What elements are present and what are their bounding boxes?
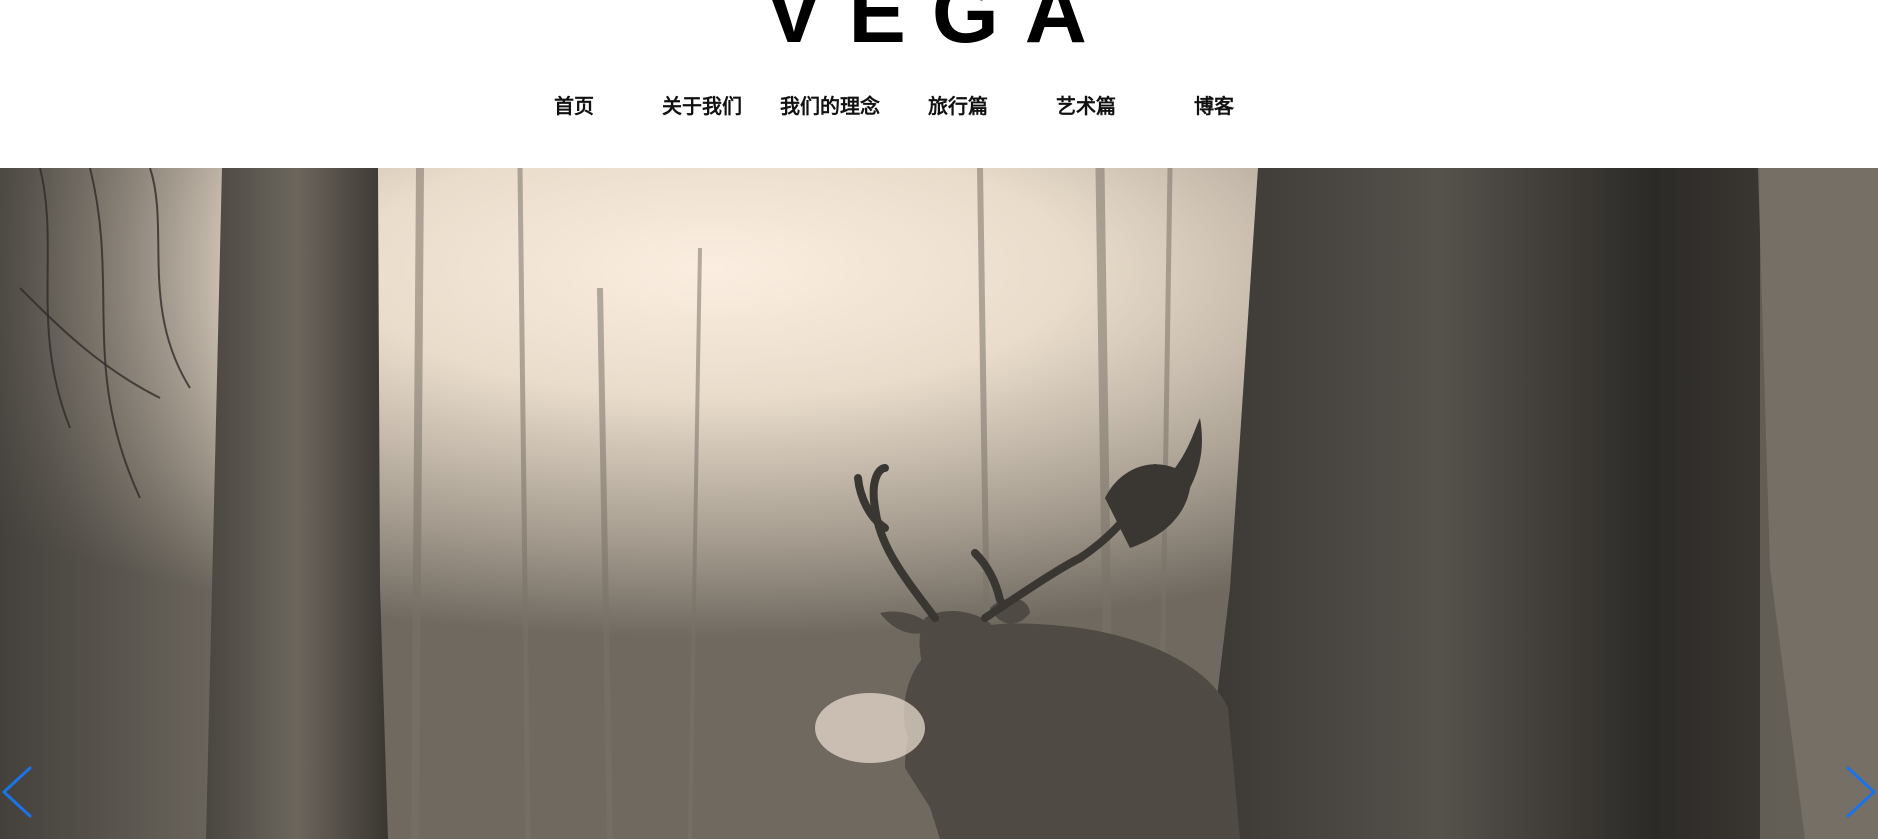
chevron-right-icon <box>1846 766 1876 818</box>
hero-slider <box>0 168 1878 839</box>
site-header: VEGA 首页 关于我们 我们的理念 旅行篇 艺术篇 博客 <box>0 0 1878 168</box>
chevron-left-icon <box>2 766 32 818</box>
nav-item-travel[interactable]: 旅行篇 <box>898 92 1018 120</box>
nav-item-art[interactable]: 艺术篇 <box>1026 92 1146 120</box>
main-nav: 首页 关于我们 我们的理念 旅行篇 艺术篇 博客 <box>0 92 1878 120</box>
nav-item-home[interactable]: 首页 <box>514 92 634 120</box>
slider-next-button[interactable] <box>1838 762 1878 822</box>
page: VEGA 首页 关于我们 我们的理念 旅行篇 艺术篇 博客 <box>0 0 1878 839</box>
nav-item-philosophy[interactable]: 我们的理念 <box>770 92 890 120</box>
slider-prev-button[interactable] <box>0 762 40 822</box>
nav-item-about[interactable]: 关于我们 <box>642 92 762 120</box>
site-logo[interactable]: VEGA <box>0 0 1878 56</box>
hero-image <box>0 168 1878 839</box>
nav-item-blog[interactable]: 博客 <box>1154 92 1274 120</box>
